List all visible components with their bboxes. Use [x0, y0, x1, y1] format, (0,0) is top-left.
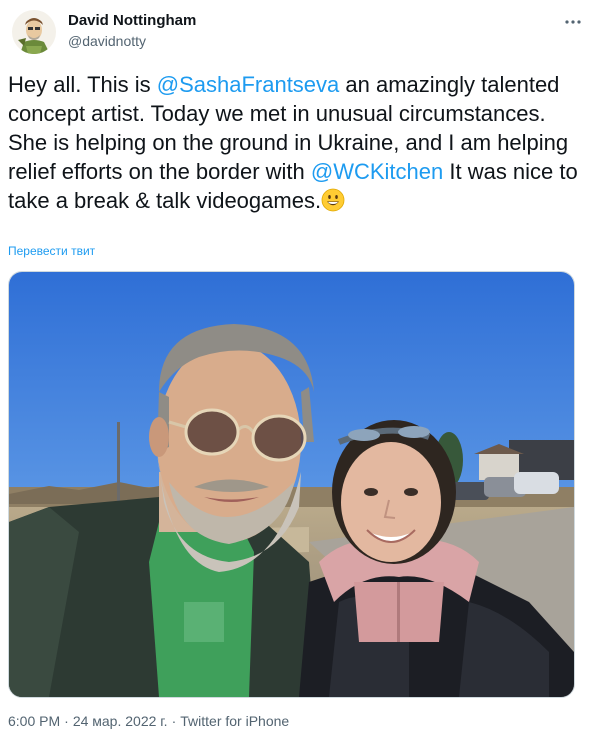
grinning-face-emoji-icon: [321, 188, 345, 212]
tweet-text-part: Hey all. This is: [8, 72, 157, 97]
tweet-source[interactable]: Twitter for iPhone: [180, 713, 289, 729]
translate-tweet-link[interactable]: Перевести твит: [8, 244, 95, 258]
more-options-button[interactable]: [561, 10, 585, 34]
cartoon-avatar-icon: [12, 10, 56, 54]
author-handle[interactable]: @davidnotty: [68, 33, 146, 49]
tweet-date[interactable]: 24 мар. 2022 г.: [73, 713, 168, 729]
meta-separator: ·: [171, 713, 177, 729]
tweet-header: David Nottingham @davidnotty: [8, 6, 591, 62]
author-name[interactable]: David Nottingham: [68, 12, 196, 29]
mention-link-sashafrantseva[interactable]: @SashaFrantseva: [157, 72, 340, 97]
tweet-text: Hey all. This is @SashaFrantseva an amaz…: [8, 70, 588, 215]
more-horizontal-icon: [565, 20, 581, 24]
tweet-time[interactable]: 6:00 PM: [8, 713, 60, 729]
tweet-meta: 6:00 PM · 24 мар. 2022 г. · Twitter for iPho…: [8, 713, 289, 729]
mention-link-wckitchen[interactable]: @WCKitchen: [311, 159, 443, 184]
selfie-photo: [9, 272, 574, 697]
avatar[interactable]: [12, 10, 56, 54]
tweet-photo[interactable]: [8, 271, 575, 698]
meta-separator: ·: [64, 713, 69, 729]
